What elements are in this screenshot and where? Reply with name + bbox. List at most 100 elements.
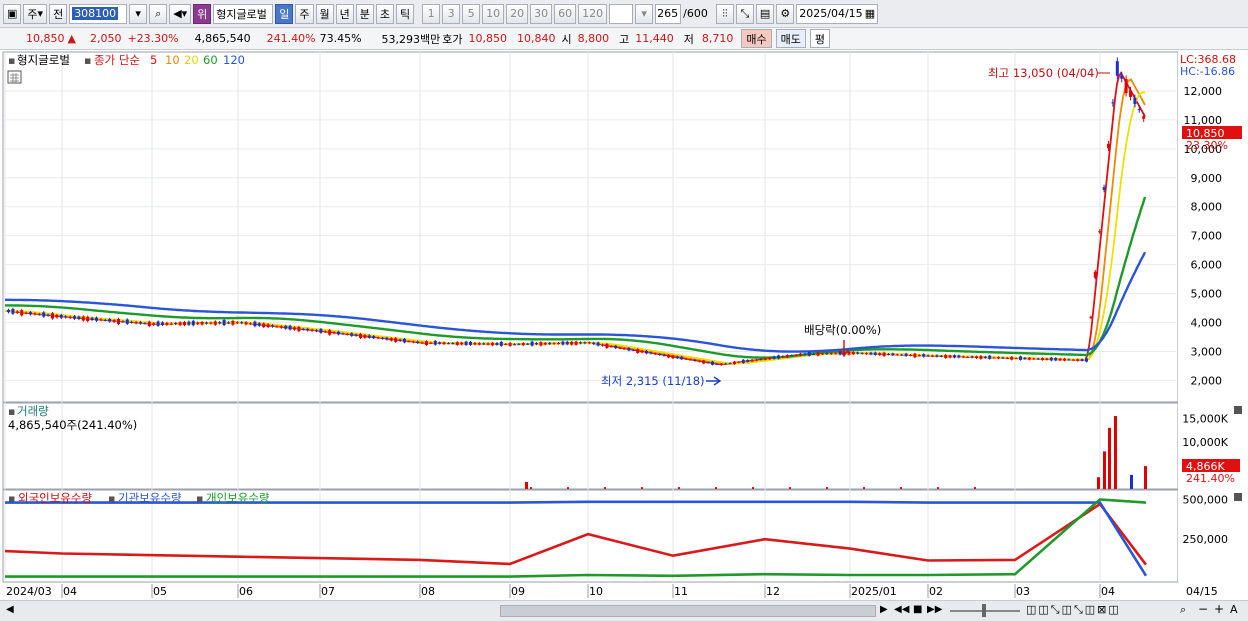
candle-body xyxy=(799,353,802,356)
candle-body xyxy=(570,341,574,345)
draw-tool-icon[interactable]: ⤡ xyxy=(735,3,754,24)
code-dropdown-icon[interactable]: ▾ xyxy=(129,3,148,24)
candle-body xyxy=(939,355,943,357)
interval-1[interactable]: 1 xyxy=(422,3,441,24)
candle-body xyxy=(561,341,565,345)
chart-canvas[interactable]: 12,00011,00010,0009,0008,0007,0006,0005,… xyxy=(0,50,1248,603)
volume-bar-small xyxy=(937,487,939,489)
scroll-left-icon[interactable]: ◀ xyxy=(6,604,14,615)
x-axis-label: 05 xyxy=(153,585,167,598)
candle-body xyxy=(953,355,956,358)
eval-button[interactable]: 평 xyxy=(809,29,831,48)
candle-body xyxy=(161,322,164,325)
calendar-icon[interactable]: ▦ xyxy=(865,7,875,20)
candle-body xyxy=(513,344,516,346)
tab-period-second[interactable]: 초 xyxy=(375,3,395,24)
ma60-legend: 60 xyxy=(203,53,218,67)
low-price: 8,710 xyxy=(701,32,734,45)
price-axis-label: 6,000 xyxy=(1191,259,1223,272)
candle-body xyxy=(1089,316,1093,318)
x-axis-label: 04 xyxy=(1101,585,1115,598)
tab-period-month[interactable]: 월 xyxy=(315,3,334,24)
candle-body xyxy=(499,341,503,346)
font-size-icon[interactable]: A xyxy=(1230,603,1238,616)
scroll-bar[interactable]: ◀ ▶ ◀◀ ■ ▶▶ ◫◫⤡◫⤡◫⊠◫ ⌕ − + A xyxy=(0,600,1248,621)
stock-name-field[interactable]: 형지글로벌 xyxy=(213,3,274,24)
stop-icon[interactable]: ■ xyxy=(913,604,922,615)
sell-button[interactable]: 매도 xyxy=(775,29,806,48)
tab-period-day[interactable]: 일 xyxy=(275,3,294,24)
candle-body xyxy=(966,356,970,358)
interval-3[interactable]: 3 xyxy=(442,3,461,24)
x-axis-label: 04/15 xyxy=(1186,585,1218,598)
legend-foreign: 외국인보유수량 xyxy=(18,491,92,505)
candle-body xyxy=(684,358,688,360)
warning-badge[interactable]: 위 xyxy=(193,3,212,24)
candle-body xyxy=(702,360,706,364)
search-icon[interactable]: ⌕ xyxy=(149,3,168,24)
tab-period-year[interactable]: 년 xyxy=(335,3,354,24)
chart-area[interactable]: 12,000 11,000 10,000 9,000 8,000 7,000 6,000 5,… xyxy=(0,50,1248,603)
market-type-select[interactable]: 전 xyxy=(49,3,68,24)
candle-body xyxy=(834,353,838,355)
buy-button[interactable]: 매수 xyxy=(741,29,772,48)
tab-period-minute[interactable]: 분 xyxy=(355,3,374,24)
interval-30[interactable]: 30 xyxy=(530,3,553,24)
fast-forward-icon[interactable]: ▶▶ xyxy=(927,604,942,615)
save-icon[interactable]: ▤ xyxy=(755,3,775,24)
market-select[interactable]: 주 ▾ xyxy=(23,3,48,24)
interval-20[interactable]: 20 xyxy=(506,3,529,24)
candle-body xyxy=(583,342,587,344)
candle-body xyxy=(851,351,855,355)
date-input[interactable]: 2025/04/15 ▦ xyxy=(796,3,879,24)
layout-icons[interactable]: ◫◫⤡◫⤡◫⊠◫ xyxy=(1026,603,1121,617)
candle-body xyxy=(944,354,948,358)
candle-body xyxy=(816,352,820,356)
candle-settings-icon[interactable]: ⫶⫶ xyxy=(715,3,734,24)
interval-dropdown-icon[interactable]: ▾ xyxy=(635,3,654,24)
candle-body xyxy=(389,338,393,341)
zoom-in-icon[interactable]: + xyxy=(1214,602,1224,616)
zoom-out-icon[interactable]: − xyxy=(1198,602,1208,616)
zoom-slider-handle[interactable] xyxy=(982,604,986,617)
tab-period-tick[interactable]: 틱 xyxy=(396,3,415,24)
candle-body xyxy=(706,362,710,364)
price-axis-label: 4,000 xyxy=(1191,317,1223,330)
current-pct-tag: 23.30% xyxy=(1186,139,1228,152)
interval-10[interactable]: 10 xyxy=(482,3,505,24)
rewind-icon[interactable]: ◀◀ xyxy=(894,604,909,615)
candle-body xyxy=(1093,271,1097,278)
chart-menu-icon[interactable]: ▣ xyxy=(3,3,22,24)
speaker-icon[interactable]: ◀▾ xyxy=(169,3,192,24)
candle-body xyxy=(473,342,477,345)
candle-body xyxy=(411,341,415,343)
holdings-bullet-icon-2: ▪ xyxy=(108,492,115,505)
candle-body xyxy=(442,342,446,345)
scroll-right-icon[interactable]: ▶ xyxy=(880,604,888,615)
candle-body xyxy=(139,322,142,324)
gear-icon[interactable]: ⚙ xyxy=(776,3,795,24)
volume-bar-small xyxy=(826,487,828,489)
stock-code-input[interactable]: 308100 xyxy=(69,3,128,24)
zoom-search-icon[interactable]: ⌕ xyxy=(1180,603,1186,617)
interval-120[interactable]: 120 xyxy=(578,3,608,24)
count-input[interactable]: 265 xyxy=(655,3,682,24)
candle-body xyxy=(297,326,301,332)
volume-current-pct: 241.40% xyxy=(1186,472,1235,485)
candle-body xyxy=(869,352,873,355)
candle-body xyxy=(147,321,151,327)
interval-custom-input[interactable] xyxy=(609,3,634,24)
candle-body xyxy=(812,353,816,355)
scroll-thumb[interactable] xyxy=(500,605,876,617)
candle-body xyxy=(1098,231,1102,233)
candle-body xyxy=(187,321,191,325)
tab-period-week[interactable]: 주 xyxy=(295,3,314,24)
holdings-panel-close-icon[interactable] xyxy=(1234,493,1242,501)
interval-60[interactable]: 60 xyxy=(554,3,577,24)
volume-panel-close-icon[interactable] xyxy=(1234,406,1242,414)
candle-body xyxy=(627,348,631,351)
top-toolbar: ▣ 주 ▾ 전 308100 ▾ ⌕ ◀▾ 위 형지글로벌 일 주 월 년 분 초… xyxy=(0,0,1248,28)
candle-body xyxy=(15,311,19,313)
candle-body xyxy=(1067,359,1071,361)
interval-5[interactable]: 5 xyxy=(462,3,481,24)
